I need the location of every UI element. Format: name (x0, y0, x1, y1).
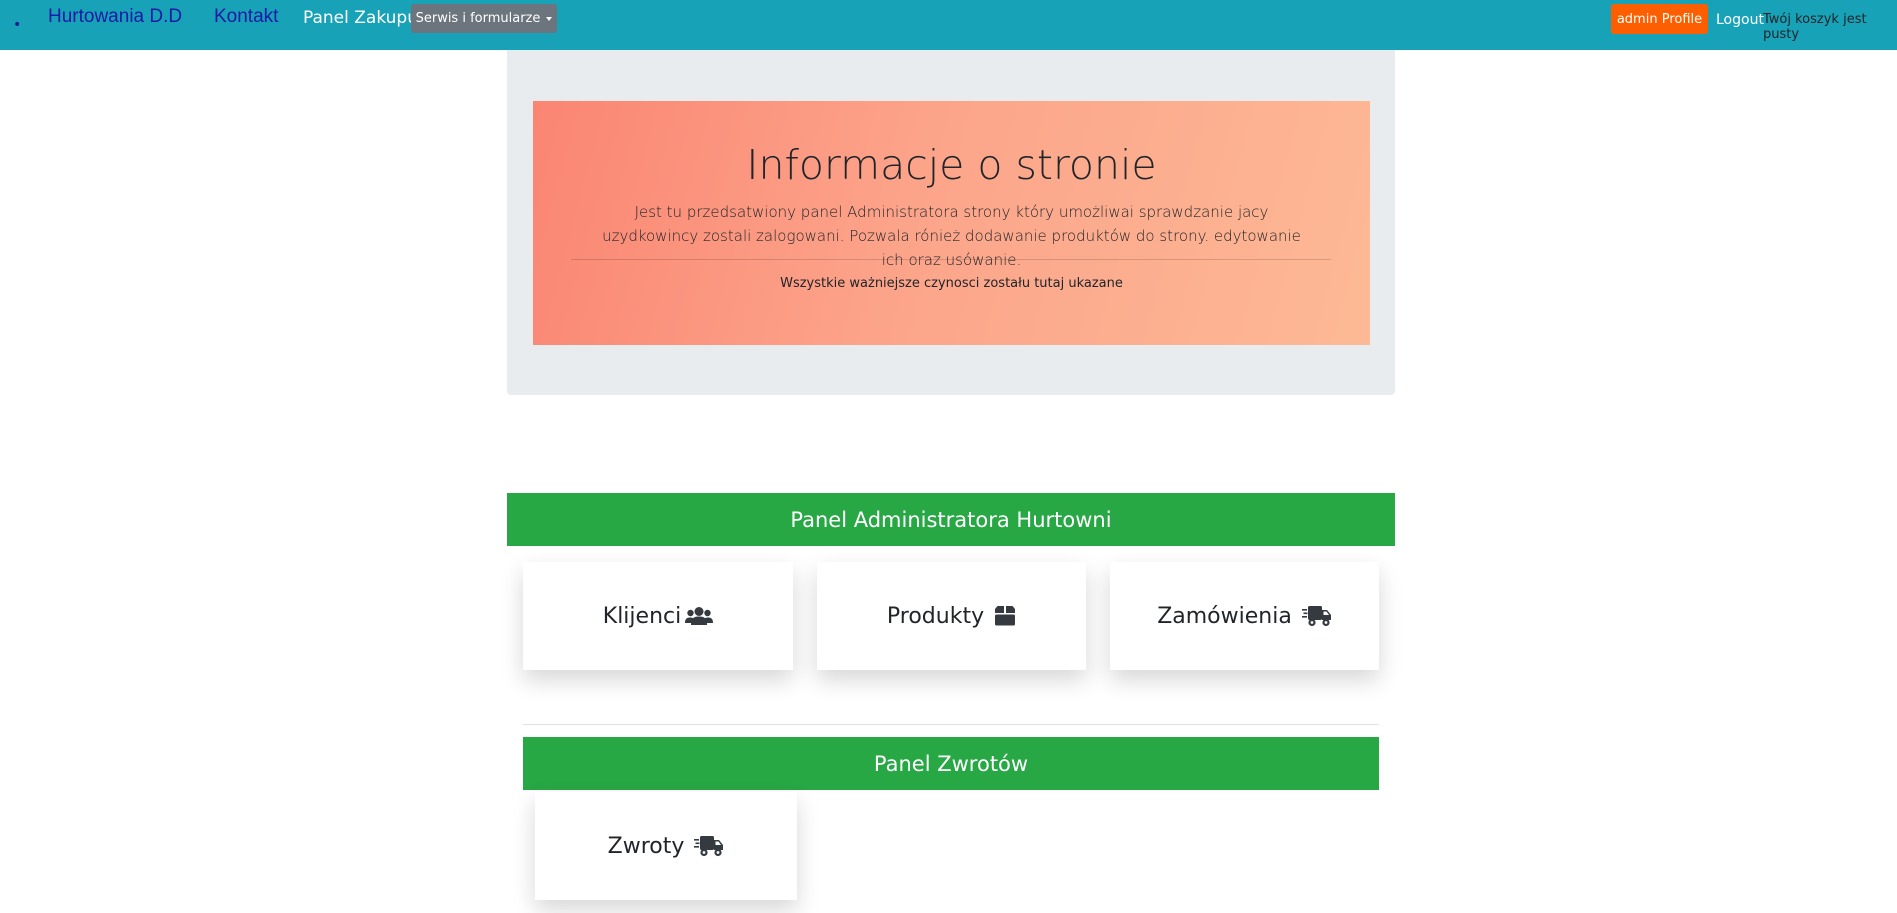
orders-card-label: Zamówienia (1157, 603, 1292, 629)
users-icon (685, 606, 714, 626)
nav-link-kontakt[interactable]: Kontakt (214, 6, 278, 28)
caret-down-icon (546, 16, 553, 21)
nav-bullet: • (13, 17, 22, 33)
truck-icon (694, 835, 724, 857)
returns-card-label: Zwroty (607, 833, 685, 859)
clients-card[interactable]: Klijenci (523, 562, 793, 670)
info-card: Informacje o stronie Jest tu przedsatwio… (533, 101, 1370, 345)
services-dropdown-label: Serwis i formularze (415, 11, 541, 26)
section-divider (523, 724, 1379, 725)
cart-status[interactable]: Twój koszyk jest pusty (1763, 12, 1897, 42)
nav-link-panel-zakupu[interactable]: Panel Zakupu (303, 8, 418, 28)
top-navbar: • Hurtowania D.D Kontakt Panel Zakupu Se… (0, 0, 1897, 50)
services-dropdown-button[interactable]: Serwis i formularze (411, 4, 557, 33)
info-note: Wszystkie ważniejsze czynosci zostału tu… (780, 276, 1123, 291)
info-divider (571, 259, 1331, 260)
products-card[interactable]: Produkty (817, 562, 1086, 670)
returns-card[interactable]: Zwroty (535, 792, 797, 900)
returns-panel-header: Panel Zwrotów (523, 737, 1379, 790)
brand-link[interactable]: Hurtowania D.D (48, 6, 182, 28)
truck-icon (1301, 605, 1332, 627)
info-title: Informacje o stronie (746, 141, 1157, 189)
admin-profile-button[interactable]: admin Profile (1611, 4, 1708, 34)
logout-link[interactable]: Logout (1716, 12, 1764, 28)
products-card-label: Produkty (886, 603, 985, 629)
info-description: Jest tu przedsatwiony panel Administrato… (602, 203, 1301, 269)
orders-card[interactable]: Zamówienia (1110, 562, 1379, 670)
admin-panel-header: Panel Administratora Hurtowni (507, 493, 1395, 546)
box-icon (994, 606, 1016, 626)
clients-card-label: Klijenci (602, 603, 682, 629)
